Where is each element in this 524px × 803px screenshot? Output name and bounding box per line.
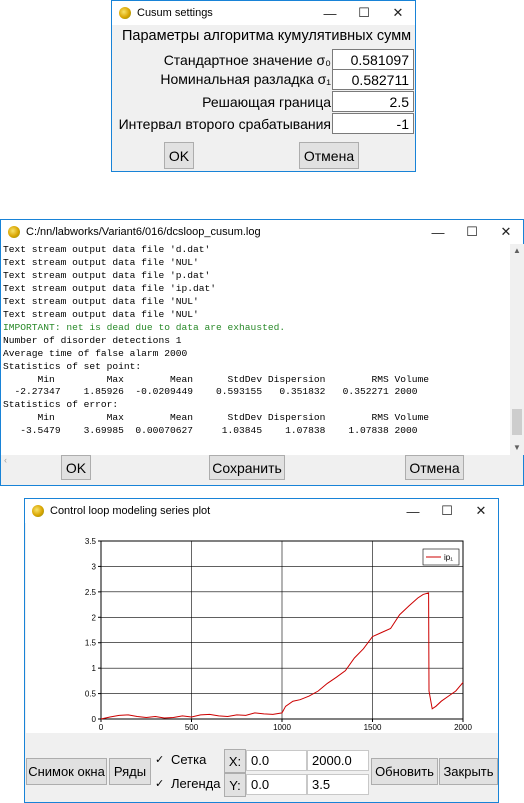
- cusum-heading: Параметры алгоритма кумулятивных сумм: [122, 28, 412, 44]
- x-tick-label: 1000: [273, 723, 291, 732]
- series-button[interactable]: Ряды: [109, 758, 151, 785]
- x-tick-label: 500: [185, 723, 199, 732]
- y-min-field[interactable]: 0.0: [246, 774, 307, 795]
- close-icon[interactable]: ✕: [489, 220, 523, 244]
- series-chart: 0 0.5 1 1.5 2 2.5 3 3.5 0 500 1000 1500 2000 ip₁: [85, 537, 473, 732]
- log-line: -3.5479 3.69985 0.00070627 1.03845 1.078…: [3, 425, 418, 437]
- maximize-icon[interactable]: ☐: [455, 220, 489, 244]
- minimize-icon[interactable]: —: [313, 1, 347, 25]
- app-icon: [32, 505, 44, 517]
- log-line: Text stream output data file 'NUL': [3, 308, 199, 320]
- y-tick-label: 0: [92, 715, 97, 724]
- y-tick-label: 1: [92, 664, 97, 673]
- close-icon[interactable]: ✕: [381, 1, 415, 25]
- y-max-field[interactable]: 3.5: [307, 774, 369, 795]
- log-save-button[interactable]: Сохранить: [209, 455, 285, 480]
- log-window-title: C:/nn/labworks/Variant6/016/dcsloop_cusu…: [26, 226, 261, 238]
- maximize-icon[interactable]: ☐: [347, 1, 381, 25]
- app-icon: [119, 7, 131, 19]
- plot-window: Control loop modeling series plot — ☐ ✕ …: [24, 498, 499, 803]
- refresh-button[interactable]: Обновить: [371, 758, 438, 785]
- cusum-settings-window: Cusum settings — ☐ ✕ Параметры алгоритма…: [111, 0, 416, 172]
- log-vertical-scroll-thumb[interactable]: [512, 409, 522, 435]
- minimize-icon[interactable]: —: [396, 499, 430, 523]
- log-line: IMPORTANT: net is dead due to data are e…: [3, 321, 286, 333]
- y-range-button[interactable]: Y:: [224, 773, 246, 797]
- decision-bound-field[interactable]: 2.5: [332, 91, 414, 112]
- log-titlebar[interactable]: C:/nn/labworks/Variant6/016/dcsloop_cusu…: [1, 220, 523, 244]
- nominal-disorder-label: Номинальная разладка σ₁: [160, 71, 331, 87]
- grid-checkbox[interactable]: ✓: [155, 755, 165, 766]
- x-tick-label: 1500: [364, 723, 382, 732]
- cusum-titlebar[interactable]: Cusum settings — ☐ ✕: [112, 1, 415, 25]
- log-line: Text stream output data file 'd.dat': [3, 244, 211, 255]
- second-trigger-interval-label: Интервал второго срабатывания: [118, 116, 331, 132]
- log-window: C:/nn/labworks/Variant6/016/dcsloop_cusu…: [0, 219, 524, 486]
- snapshot-button[interactable]: Снимок окна: [26, 758, 107, 785]
- minimize-icon[interactable]: —: [421, 220, 455, 244]
- close-icon[interactable]: ✕: [464, 499, 498, 523]
- log-line: Statistics of error:: [3, 399, 119, 411]
- log-ok-button[interactable]: OK: [61, 455, 91, 480]
- app-icon: [8, 226, 20, 238]
- cusum-ok-button[interactable]: OK: [164, 142, 194, 169]
- log-line: Min Max Mean StdDev Dispersion RMS Volum…: [3, 373, 430, 385]
- log-line: Text stream output data file 'NUL': [3, 256, 199, 268]
- scroll-left-icon[interactable]: ‹: [4, 455, 7, 465]
- log-line: Min Max Mean StdDev Dispersion RMS Volum…: [3, 412, 430, 424]
- decision-bound-label: Решающая граница: [202, 94, 331, 110]
- plot-titlebar[interactable]: Control loop modeling series plot — ☐ ✕: [25, 499, 498, 523]
- maximize-icon[interactable]: ☐: [430, 499, 464, 523]
- log-line: Text stream output data file 'p.dat': [3, 269, 211, 281]
- log-line: Text stream output data file 'NUL': [3, 295, 199, 307]
- legend-label: Легенда: [171, 776, 221, 791]
- plot-area[interactable]: 0 0.5 1 1.5 2 2.5 3 3.5 0 500 1000 1500 2000 ip₁: [26, 523, 498, 733]
- y-tick-label: 2: [92, 613, 97, 622]
- legend-checkbox[interactable]: ✓: [155, 779, 165, 790]
- x-range-button[interactable]: X:: [224, 749, 246, 773]
- y-tick-label: 2.5: [85, 588, 97, 597]
- legend-label: ip₁: [444, 553, 453, 562]
- close-plot-button[interactable]: Закрыть: [439, 758, 498, 785]
- x-min-field[interactable]: 0.0: [246, 750, 307, 771]
- y-tick-label: 1.5: [85, 639, 97, 648]
- cusum-window-title: Cusum settings: [137, 7, 213, 19]
- plot-window-title: Control loop modeling series plot: [50, 505, 211, 517]
- std-value-label: Стандартное значение σ₀: [163, 52, 331, 68]
- scroll-down-icon[interactable]: ▼: [513, 443, 521, 452]
- log-vertical-scrollbar[interactable]: ▲ ▼: [510, 244, 524, 455]
- second-trigger-interval-field[interactable]: -1: [332, 113, 414, 134]
- log-line: Number of disorder detections 1: [3, 334, 182, 346]
- y-tick-label: 3.5: [85, 537, 97, 546]
- log-line: Text stream output data file 'ip.dat': [3, 282, 217, 294]
- grid-label: Сетка: [171, 752, 207, 767]
- log-line: -2.27347 1.85926 -0.0209449 0.593155 0.3…: [3, 386, 418, 398]
- nominal-disorder-field[interactable]: 0.582711: [332, 69, 414, 90]
- log-line: Average time of false alarm 2000: [3, 347, 188, 359]
- cusum-cancel-button[interactable]: Отмена: [299, 142, 359, 169]
- scroll-up-icon[interactable]: ▲: [513, 246, 521, 255]
- x-tick-label: 2000: [454, 723, 472, 732]
- x-tick-label: 0: [99, 723, 104, 732]
- y-tick-label: 3: [92, 562, 97, 571]
- y-tick-label: 0.5: [85, 690, 97, 699]
- x-max-field[interactable]: 2000.0: [307, 750, 369, 771]
- log-line: Statistics of set point:: [3, 360, 142, 372]
- log-text-area[interactable]: Text stream output data file 'd.dat' Text…: [1, 244, 510, 468]
- std-value-field[interactable]: 0.581097: [332, 49, 414, 70]
- log-cancel-button[interactable]: Отмена: [405, 455, 464, 480]
